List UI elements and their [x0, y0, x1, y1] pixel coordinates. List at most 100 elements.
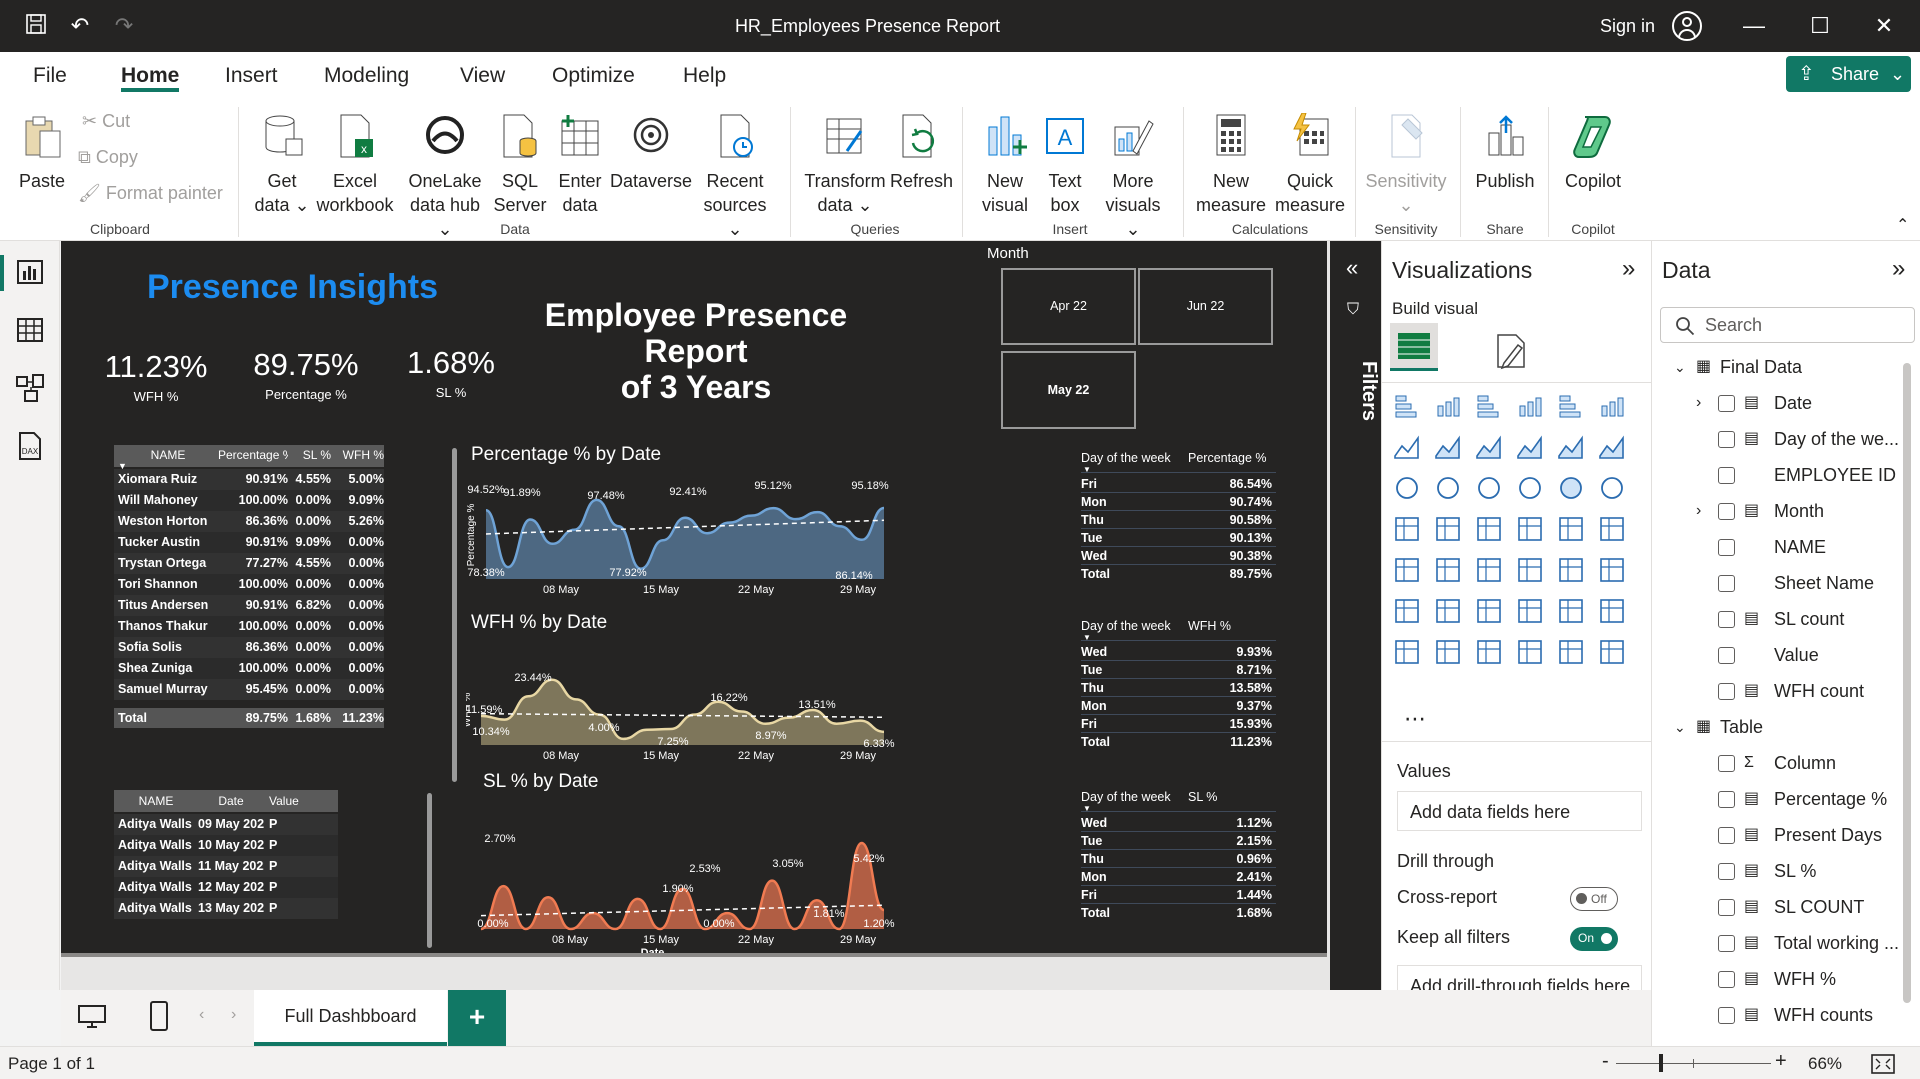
minimize-icon[interactable]: — [1740, 12, 1768, 40]
field-checkbox[interactable] [1718, 791, 1735, 808]
get-data-button[interactable]: Get data ⌄ [252, 113, 312, 217]
line-icon[interactable] [1392, 432, 1422, 462]
wfh-area-chart[interactable]: WFH %08 May15 May22 May29 May11.59%10.34… [466, 639, 1086, 779]
treemap-icon[interactable] [1392, 514, 1422, 544]
dataverse-button[interactable]: Dataverse [610, 113, 692, 193]
table-row[interactable]: Sofia Solis 86.36% 0.00% 0.00% [114, 637, 384, 658]
card-new-icon[interactable] [1433, 637, 1463, 667]
table-row[interactable]: Thu 90.58% [1081, 511, 1276, 529]
filled-map-icon[interactable] [1474, 514, 1504, 544]
100-column-icon[interactable] [1597, 391, 1627, 421]
column-header[interactable]: NAME [118, 445, 218, 465]
excel-workbook-button[interactable]: x Excel workbook [312, 113, 398, 217]
power-automate-icon[interactable] [1597, 637, 1627, 667]
next-page-icon[interactable]: › [231, 1006, 236, 1024]
slicer-icon[interactable] [1474, 555, 1504, 585]
table-row[interactable]: Aditya Walls 09 May 2022 P [114, 814, 338, 835]
chevron-right-icon[interactable]: › [1696, 493, 1701, 529]
tab-view[interactable]: View [460, 64, 505, 88]
scatter-icon[interactable] [1515, 473, 1545, 503]
table-view-icon[interactable] [15, 315, 45, 345]
field-table-header[interactable]: ⌄ ▦ Final Data [1652, 349, 1902, 385]
line-column-icon[interactable] [1556, 432, 1586, 462]
python-visual-icon[interactable] [1392, 596, 1422, 626]
slicer-item-jun22[interactable]: Jun 22 [1138, 268, 1273, 345]
desktop-layout-icon[interactable] [77, 1004, 107, 1030]
add-page-button[interactable]: + [448, 990, 506, 1046]
new-visual-button[interactable]: New visual [974, 113, 1036, 217]
tab-optimize[interactable]: Optimize [552, 64, 635, 88]
column-header[interactable]: WFH % [332, 445, 384, 465]
matrix-icon[interactable] [1556, 555, 1586, 585]
donut-icon[interactable] [1597, 473, 1627, 503]
field-checkbox[interactable] [1718, 755, 1735, 772]
slicer-item-may22[interactable]: May 22 [1001, 351, 1136, 429]
canvas-scrollbar[interactable] [61, 953, 1327, 957]
table-scrollbar[interactable] [427, 793, 432, 948]
fit-to-page-icon[interactable] [1870, 1053, 1896, 1075]
format-visual-icon[interactable] [1490, 331, 1530, 371]
table-row[interactable]: Trystan Ortega 77.27% 4.55% 0.00% [114, 553, 384, 574]
table-row[interactable]: Mon 2.41% [1081, 868, 1276, 886]
table-row[interactable]: Mon 90.74% [1081, 493, 1276, 511]
chevron-down-icon[interactable]: ⌄ [1674, 709, 1686, 745]
field-checkbox[interactable] [1718, 395, 1735, 412]
build-visual-tab[interactable] [1390, 323, 1438, 371]
copilot-button[interactable]: Copilot [1556, 113, 1630, 193]
field-item[interactable]: ▤ SL count [1652, 601, 1902, 637]
cut-button[interactable]: ✂ Cut [82, 111, 130, 132]
table-row[interactable]: Mon 9.37% [1081, 697, 1276, 715]
sql-server-button[interactable]: SQL Server [492, 113, 548, 217]
text-box-button[interactable]: A Text box [1036, 113, 1094, 217]
collapse-pane-icon[interactable]: » [1892, 255, 1905, 283]
table-row[interactable]: Thanos Thakur 100.00% 0.00% 0.00% [114, 616, 384, 637]
field-item[interactable]: EMPLOYEE ID [1652, 457, 1902, 493]
field-checkbox[interactable] [1718, 827, 1735, 844]
field-item[interactable]: ▤ Percentage % [1652, 781, 1902, 817]
field-checkbox[interactable] [1718, 935, 1735, 952]
field-item[interactable]: ▤ WFH counts [1652, 997, 1902, 1033]
table-row[interactable]: Thu 0.96% [1081, 850, 1276, 868]
power-apps-icon[interactable] [1556, 637, 1586, 667]
table-row[interactable]: Wed 1.12% [1081, 814, 1276, 832]
sl-area-chart[interactable]: SL %08 May15 May22 May29 MayDate0.00%2.7… [466, 797, 1086, 957]
transform-data-button[interactable]: Transform data ⌄ [800, 113, 890, 217]
chevron-right-icon[interactable]: › [1696, 385, 1701, 421]
field-item[interactable]: ▤ SL % [1652, 853, 1902, 889]
table-row[interactable]: Aditya Walls 11 May 2022 P [114, 856, 338, 877]
field-checkbox[interactable] [1718, 431, 1735, 448]
field-table-header[interactable]: ⌄ ▦ Table [1652, 709, 1902, 745]
stacked-area-icon[interactable] [1474, 432, 1504, 462]
zoom-slider-thumb[interactable] [1659, 1054, 1663, 1072]
column-header[interactable]: Value [269, 790, 305, 812]
field-checkbox[interactable] [1718, 611, 1735, 628]
enter-data-button[interactable]: Enter data [552, 113, 608, 217]
avatar-icon[interactable] [1672, 11, 1702, 41]
paginated-report-icon[interactable] [1392, 637, 1422, 667]
sign-in-link[interactable]: Sign in [1600, 16, 1655, 37]
table-row[interactable]: Aditya Walls 12 May 2022 P [114, 877, 338, 898]
zoom-in-button[interactable]: + [1775, 1050, 1787, 1073]
maximize-icon[interactable]: ☐ [1806, 12, 1834, 40]
map-icon[interactable] [1433, 514, 1463, 544]
paste-button[interactable]: Paste [14, 113, 70, 193]
table-row[interactable]: Samuel Murray 95.45% 0.00% 0.00% [114, 679, 384, 700]
field-item[interactable]: ▤ WFH count [1652, 673, 1902, 709]
expand-panes-icon[interactable]: « [1346, 255, 1358, 281]
column-header[interactable]: Date [198, 790, 264, 812]
trophy-icon[interactable] [1597, 596, 1627, 626]
share-button[interactable]: ⇪ Share ⌄ [1786, 56, 1911, 92]
column-header[interactable]: SL % [289, 445, 331, 465]
column-header[interactable]: Percentage % [218, 445, 288, 465]
values-well[interactable]: Add data fields here [1397, 791, 1642, 831]
field-checkbox[interactable] [1718, 467, 1735, 484]
table-row[interactable]: Weston Horton 86.36% 0.00% 5.26% [114, 511, 384, 532]
recent-sources-button[interactable]: Recent sources ⌄ [696, 113, 774, 241]
table-row[interactable]: Shea Zuniga 100.00% 0.00% 0.00% [114, 658, 384, 679]
table-row[interactable]: Wed 9.93% [1081, 643, 1276, 661]
multi-row-card-icon[interactable] [1392, 555, 1422, 585]
field-list-scrollbar[interactable] [1903, 363, 1911, 1003]
column-header[interactable]: Percentage % [1188, 449, 1267, 467]
funnel-icon[interactable] [1474, 473, 1504, 503]
chevron-down-icon[interactable]: ⌄ [1674, 349, 1686, 385]
